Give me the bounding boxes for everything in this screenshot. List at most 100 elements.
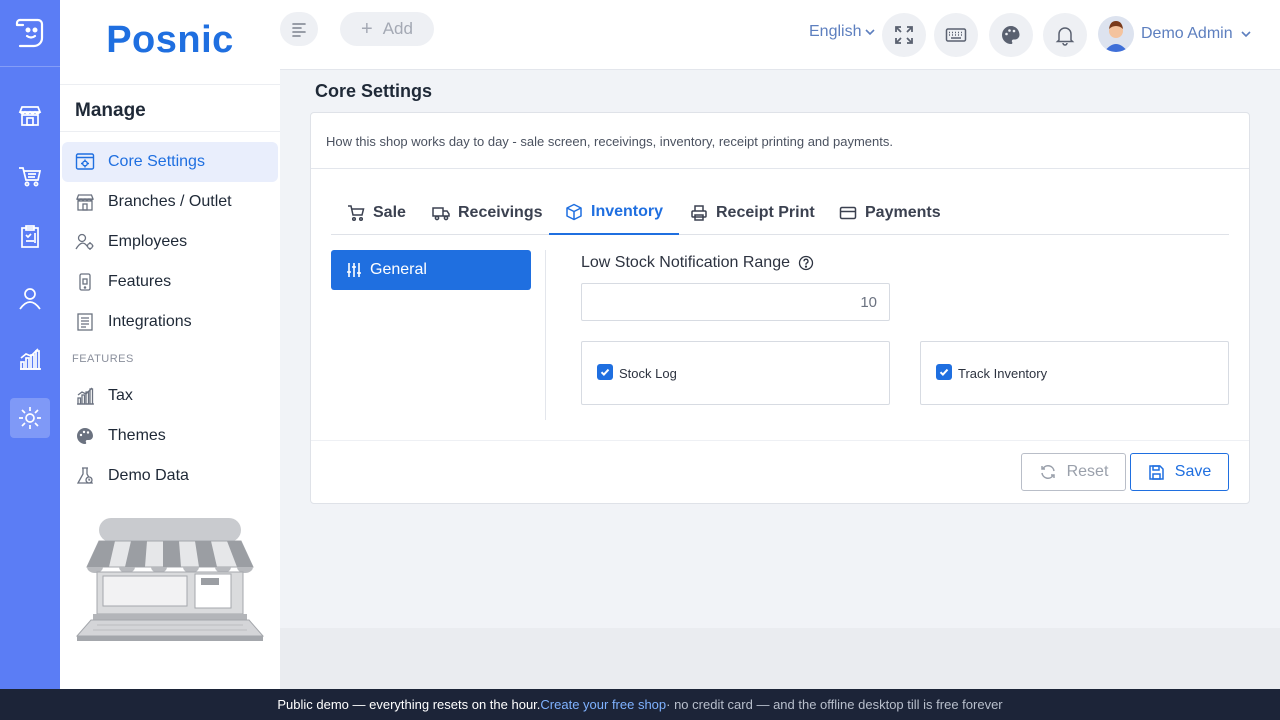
brand-title[interactable]: Posnic [60, 0, 280, 80]
track-inventory-checkbox[interactable] [936, 363, 952, 380]
sidebar-divider [60, 131, 280, 132]
tab-label: Receivings [458, 204, 543, 221]
settings-window-icon [75, 152, 95, 172]
reset-button[interactable]: Reset [1021, 453, 1126, 491]
chart-icon [75, 386, 95, 406]
check-icon [600, 368, 610, 376]
card-footer-divider [311, 440, 1249, 441]
checkbox-label: Stock Log [619, 365, 677, 381]
settings-icon[interactable] [10, 398, 50, 438]
subnav-divider [545, 250, 546, 420]
cart-icon [348, 205, 365, 222]
refresh-icon [1040, 465, 1055, 479]
language-label: English [809, 23, 862, 40]
save-icon [1149, 464, 1164, 480]
card-icon [839, 206, 857, 220]
tab-label: Payments [865, 204, 941, 221]
plus-icon: + [361, 18, 373, 40]
sidebar-item-features[interactable]: Features [62, 262, 278, 302]
sidebar-item-employees[interactable]: Employees [62, 222, 278, 262]
sidebar-item-integrations[interactable]: Integrations [62, 302, 278, 342]
tab-receipt-print[interactable]: Receipt Print [674, 191, 831, 235]
menu-toggle-icon[interactable] [280, 12, 318, 46]
track-inventory-option[interactable]: Track Inventory [920, 341, 1229, 405]
box-icon [566, 203, 582, 221]
sidebar-item-label: Tax [108, 387, 133, 404]
tab-payments[interactable]: Payments [823, 191, 957, 235]
sidebar-item-label: Themes [108, 427, 166, 444]
building-icon [75, 192, 95, 212]
tab-label: Inventory [591, 203, 664, 220]
user-icon[interactable] [10, 278, 50, 318]
sidebar-item-demo-data[interactable]: Demo Data [62, 456, 278, 496]
card-description: How this shop works day to day - sale sc… [326, 134, 893, 149]
user-menu[interactable]: Demo Admin [1098, 16, 1252, 52]
sidebar-item-branches[interactable]: Branches / Outlet [62, 182, 278, 222]
low-stock-label-text: Low Stock Notification Range [581, 254, 790, 271]
section-label-features: FEATURES [72, 353, 134, 365]
reset-label: Reset [1066, 463, 1109, 480]
sidebar-item-label: Demo Data [108, 467, 189, 484]
sidebar-item-core-settings[interactable]: Core Settings [62, 142, 278, 182]
rail-divider [0, 66, 60, 67]
chevron-down-icon [1241, 31, 1251, 38]
settings-card: How this shop works day to day - sale sc… [310, 112, 1250, 504]
keyboard-icon[interactable] [934, 13, 978, 57]
card-divider [311, 168, 1249, 169]
store-icon[interactable] [10, 96, 50, 136]
bell-icon[interactable] [1043, 13, 1087, 57]
chart-icon[interactable] [10, 339, 50, 379]
help-icon[interactable] [798, 255, 814, 271]
check-icon [939, 368, 949, 376]
sidebar-item-label: Employees [108, 233, 188, 250]
banner-text: Public demo — everything resets on the h… [277, 697, 541, 712]
sidebar-item-label: Integrations [108, 313, 192, 330]
clipboard-icon[interactable] [10, 217, 50, 257]
app-logo-icon[interactable] [10, 12, 50, 52]
page-title: Core Settings [315, 81, 433, 101]
sidebar-item-tax[interactable]: Tax [62, 376, 278, 416]
create-shop-link[interactable]: Create your free shop [540, 697, 666, 712]
banner-note: · no credit card — and the offline deskt… [666, 697, 1003, 712]
icon-rail [0, 0, 60, 689]
sidebar-item-label: Core Settings [108, 153, 205, 170]
demo-banner: Public demo — everything resets on the h… [0, 689, 1280, 720]
sidebar-divider [60, 84, 280, 85]
tab-sale[interactable]: Sale [331, 191, 422, 235]
stock-log-option[interactable]: Stock Log [581, 341, 890, 405]
tab-inventory[interactable]: Inventory [549, 191, 680, 235]
tab-label: Sale [373, 204, 406, 221]
add-button[interactable]: + Add [340, 12, 434, 46]
sidebar-item-themes[interactable]: Themes [62, 416, 278, 456]
tab-receivings[interactable]: Receivings [416, 191, 558, 235]
cart-icon[interactable] [10, 156, 50, 196]
subnav-label: General [370, 261, 427, 278]
shop-illustration [75, 518, 265, 641]
user-name: Demo Admin [1141, 25, 1233, 42]
top-bar: + Add English Demo Admin [280, 0, 1280, 70]
save-label: Save [1174, 463, 1212, 480]
subnav-general[interactable]: General [331, 250, 531, 290]
stock-log-checkbox[interactable] [597, 363, 613, 380]
palette-icon[interactable] [989, 13, 1033, 57]
low-stock-input[interactable] [581, 283, 890, 321]
fullscreen-icon[interactable] [882, 13, 926, 57]
add-button-label: Add [382, 19, 413, 38]
avatar [1098, 16, 1134, 52]
checkbox-label: Track Inventory [958, 365, 1048, 381]
printer-icon [691, 205, 707, 221]
phone-icon [75, 272, 95, 292]
sidebar-item-label: Features [108, 273, 172, 290]
language-select[interactable]: English [809, 23, 876, 41]
list-icon [75, 312, 95, 332]
palette-icon [75, 426, 95, 446]
sliders-icon [347, 263, 361, 277]
chevron-down-icon [865, 29, 876, 36]
user-gear-icon [75, 232, 95, 252]
tab-label: Receipt Print [716, 204, 815, 221]
truck-icon [432, 207, 450, 221]
content-footer-area [280, 628, 1280, 689]
save-button[interactable]: Save [1130, 453, 1229, 491]
sidebar-heading: Manage [75, 100, 146, 121]
settings-tabs: Sale Receivings Inventory Receipt Print … [331, 191, 1229, 235]
